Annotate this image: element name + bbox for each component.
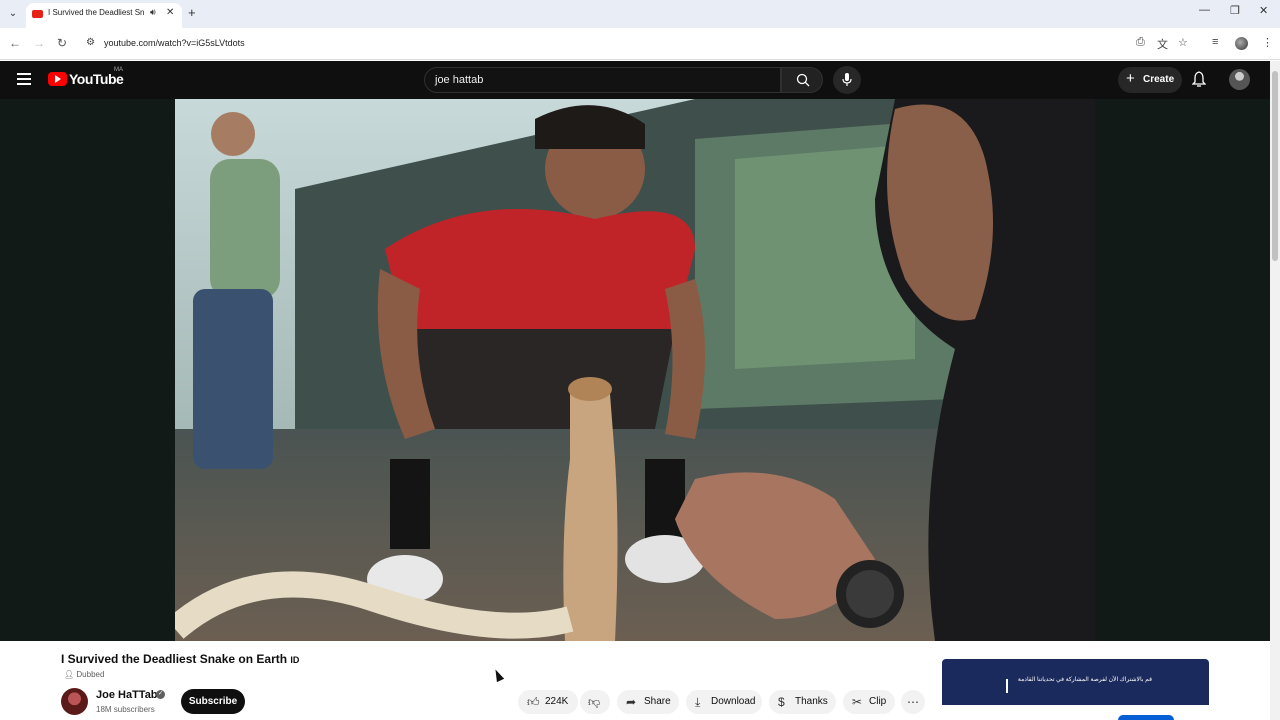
person-icon: 👤︎	[64, 670, 75, 679]
video-title: I Survived the Deadliest Snake on Earth …	[61, 652, 299, 666]
back-icon[interactable]: ←	[9, 36, 21, 50]
ad-banner[interactable]: قم بالاشتراك الآن لفرصة المشاركة في تحدي…	[942, 659, 1209, 720]
channel-name[interactable]: Joe HaTTab	[96, 689, 158, 701]
logo-text: YouTube	[69, 71, 124, 87]
search-query: joe hattab	[435, 74, 484, 86]
dislike-button[interactable]: 👎︎	[580, 690, 610, 714]
thanks-button[interactable]: $ Thanks	[769, 690, 836, 714]
browser-toolbar: ← → ↻ ⚙ youtube.com/watch?v=iG5sLVtdots …	[0, 28, 1280, 60]
search-input[interactable]: joe hattab	[424, 67, 781, 93]
url-text: youtube.com/watch?v=iG5sLVtdots	[104, 38, 245, 48]
logo-country-code: MA	[114, 67, 123, 73]
clip-button[interactable]: ✂ Clip	[843, 690, 895, 714]
youtube-header: YouTube MA joe hattab + Create	[0, 61, 1270, 99]
close-tab-icon[interactable]: ✕	[166, 7, 174, 18]
translate-icon[interactable]: 文	[1157, 36, 1168, 52]
youtube-favicon-icon	[32, 10, 43, 18]
video-frame-image	[175, 99, 1095, 641]
share-label: Share	[644, 696, 671, 707]
new-tab-icon[interactable]: +	[188, 5, 196, 20]
clip-label: Clip	[869, 696, 887, 707]
browser-menu-icon[interactable]: ⋮	[1262, 36, 1273, 49]
browser-profile-avatar[interactable]	[1235, 37, 1248, 50]
voice-search-button[interactable]	[833, 66, 861, 94]
super-thanks-icon: $	[778, 695, 785, 709]
create-label: Create	[1143, 74, 1175, 85]
verified-icon: ✓	[156, 690, 165, 699]
download-label: Download	[711, 696, 756, 707]
close-window-icon[interactable]: ✕	[1259, 4, 1268, 17]
notifications-bell-icon[interactable]	[1192, 71, 1206, 87]
tab-title: I Survived the Deadliest Snake on Earth …	[48, 8, 144, 17]
search-icon	[796, 73, 810, 87]
menu-icon[interactable]	[17, 73, 31, 85]
scissors-icon: ✂	[852, 695, 863, 709]
download-button[interactable]: ⤓ Download	[686, 690, 762, 714]
forward-icon[interactable]: →	[33, 36, 45, 50]
thumbs-down-icon: 👎︎	[588, 695, 601, 709]
video-title-text: I Survived the Deadliest Snake on Earth	[61, 652, 288, 666]
browser-tab-strip: ⌄ I Survived the Deadliest Snake on Eart…	[0, 0, 1280, 28]
scrollbar-thumb[interactable]	[1272, 71, 1278, 261]
more-actions-button[interactable]: ⋯	[901, 690, 925, 714]
plus-icon: +	[1126, 70, 1135, 87]
reload-icon[interactable]: ↻	[57, 36, 67, 50]
speaker-icon[interactable]: 🔊︎	[150, 7, 156, 18]
tab-search-icon[interactable]: ⌄	[4, 5, 22, 23]
subscriber-count: 18M subscribers	[96, 705, 155, 714]
restore-icon[interactable]: ❐	[1230, 4, 1240, 17]
address-bar[interactable]: ⚙ youtube.com/watch?v=iG5sLVtdots	[80, 32, 1160, 56]
search-button[interactable]	[781, 67, 823, 93]
dubbed-label: Dubbed	[76, 670, 105, 679]
youtube-play-icon	[48, 72, 67, 86]
download-icon: ⤓	[695, 695, 701, 709]
like-count: 224K	[545, 696, 569, 707]
install-app-icon[interactable]: ⎙	[1136, 36, 1145, 49]
ad-cta-button[interactable]	[1118, 715, 1174, 720]
microphone-icon	[842, 73, 852, 86]
thumbs-up-icon: 👍︎	[527, 695, 540, 709]
more-horizontal-icon: ⋯	[907, 695, 919, 709]
video-player[interactable]	[0, 99, 1270, 641]
thanks-label: Thanks	[795, 696, 828, 707]
bookmark-star-icon[interactable]: ☆	[1178, 36, 1188, 49]
dubbed-badge: 👤︎ Dubbed	[64, 670, 104, 679]
site-info-icon[interactable]: ⚙	[86, 37, 95, 48]
subscribe-button[interactable]: Subscribe	[181, 689, 245, 714]
create-button[interactable]: + Create	[1118, 67, 1182, 93]
dub-indicator-icon: ID	[290, 655, 300, 665]
minimize-icon[interactable]: —	[1199, 4, 1210, 16]
page-scrollbar[interactable]	[1270, 61, 1280, 720]
like-button[interactable]: 👍︎ 224K	[518, 690, 578, 714]
share-icon: ➦	[626, 695, 637, 709]
mouse-cursor-icon	[491, 667, 505, 683]
browser-tab[interactable]: I Survived the Deadliest Snake on Earth …	[26, 3, 182, 28]
media-controls-icon[interactable]: ≡	[1212, 36, 1218, 48]
share-button[interactable]: ➦ Share	[617, 690, 679, 714]
account-avatar[interactable]	[1229, 69, 1250, 90]
channel-avatar[interactable]	[61, 688, 88, 715]
ad-text: قم بالاشتراك الآن لفرصة المشاركة في تحدي…	[1017, 677, 1152, 683]
